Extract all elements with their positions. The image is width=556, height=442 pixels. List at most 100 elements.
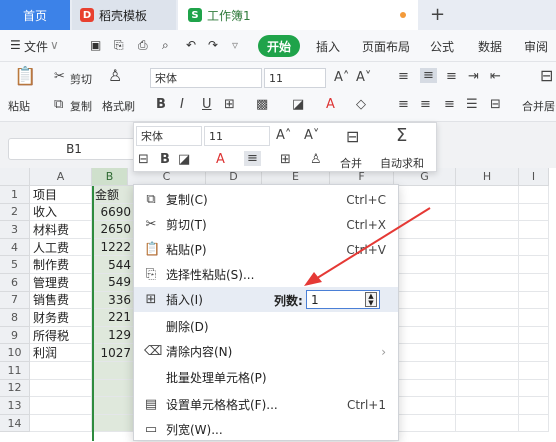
grid-cell[interactable]: [519, 414, 549, 433]
cell-a[interactable]: [30, 414, 92, 433]
row-header[interactable]: 7: [0, 291, 30, 310]
mini-font-select[interactable]: 宋体: [136, 126, 202, 146]
row-header[interactable]: 11: [0, 362, 30, 380]
menu-formula[interactable]: 公式: [430, 38, 454, 55]
grid-cell[interactable]: [456, 397, 519, 415]
cell-a[interactable]: 管理费: [30, 274, 92, 292]
column-count-input[interactable]: 1 ▲ ▼: [306, 290, 380, 309]
grid-cell[interactable]: [519, 326, 549, 345]
row-header[interactable]: 6: [0, 274, 30, 292]
mini-bold-icon[interactable]: B: [160, 153, 170, 166]
hamburger-icon[interactable]: ☰: [10, 38, 21, 52]
cell-a[interactable]: [30, 362, 92, 380]
cell-a[interactable]: 收入: [30, 203, 92, 222]
font-color-icon[interactable]: A: [326, 98, 335, 111]
cell-a[interactable]: 利润: [30, 344, 92, 362]
highlight-icon[interactable]: ◪: [292, 98, 304, 111]
grid-cell[interactable]: [456, 203, 519, 222]
cell-a[interactable]: 财务费: [30, 309, 92, 327]
print-preview-icon[interactable]: ⌕: [162, 38, 169, 53]
row-header[interactable]: 3: [0, 221, 30, 239]
decrease-font-icon[interactable]: A˅: [356, 71, 371, 84]
column-header-b[interactable]: B: [92, 168, 128, 186]
tab-template[interactable]: D 稻壳模板: [72, 0, 176, 30]
distributed-icon[interactable]: ⊟: [490, 98, 501, 111]
merge-cells-icon[interactable]: ⊟: [540, 68, 553, 84]
grid-cell[interactable]: [456, 309, 519, 327]
row-header[interactable]: 5: [0, 256, 30, 274]
grid-cell[interactable]: [394, 309, 456, 327]
mini-merge-label[interactable]: 合并: [340, 155, 362, 171]
grid-cell[interactable]: [519, 221, 549, 239]
grid-cell[interactable]: [456, 344, 519, 362]
menu-file[interactable]: 文件: [24, 38, 48, 55]
mini-increase-font-icon[interactable]: A˄: [276, 129, 291, 142]
paste-label[interactable]: 粘贴: [8, 98, 30, 114]
row-header[interactable]: 4: [0, 238, 30, 257]
font-size-select[interactable]: 11: [264, 68, 326, 88]
spinner-icon[interactable]: ▲ ▼: [365, 292, 377, 307]
context-menu-item[interactable]: ▭ 列宽(W)...: [134, 417, 398, 442]
underline-icon[interactable]: U: [202, 98, 212, 111]
grid-cell[interactable]: [456, 186, 519, 204]
redo-icon[interactable]: ↷: [208, 38, 218, 52]
align-middle-icon[interactable]: ≡: [420, 68, 437, 83]
outdent-icon[interactable]: ⇤: [490, 70, 501, 83]
new-tab-button[interactable]: +: [430, 4, 445, 25]
grid-cell[interactable]: [394, 291, 456, 310]
grid-cell[interactable]: [456, 291, 519, 310]
row-header[interactable]: 13: [0, 397, 30, 415]
italic-icon[interactable]: I: [180, 98, 184, 111]
save-icon[interactable]: ▣: [90, 38, 101, 52]
cell-a[interactable]: 人工费: [30, 238, 92, 257]
align-right-icon[interactable]: ≡: [444, 98, 455, 111]
mini-align-icon[interactable]: ≡: [244, 151, 261, 166]
cell-a[interactable]: 销售费: [30, 291, 92, 310]
grid-cell[interactable]: [519, 186, 549, 204]
grid-cell[interactable]: [519, 309, 549, 327]
grid-cell[interactable]: [394, 326, 456, 345]
grid-cell[interactable]: [519, 238, 549, 257]
grid-cell[interactable]: [519, 344, 549, 362]
grid-cell[interactable]: [519, 379, 549, 398]
align-bottom-icon[interactable]: ≡: [446, 70, 457, 83]
row-header[interactable]: 9: [0, 326, 30, 345]
grid-cell[interactable]: [519, 274, 549, 292]
mini-font-size-select[interactable]: 11: [204, 126, 270, 146]
justify-icon[interactable]: ☰: [466, 98, 478, 111]
row-header[interactable]: 14: [0, 414, 30, 433]
align-top-icon[interactable]: ≡: [398, 70, 409, 83]
menu-start-button[interactable]: 开始: [258, 35, 300, 57]
column-header-a[interactable]: A: [30, 168, 92, 186]
cell-a[interactable]: [30, 397, 92, 415]
menu-review[interactable]: 审阅: [524, 38, 548, 55]
tab-workbook[interactable]: S 工作簿1: [178, 0, 418, 30]
grid-cell[interactable]: [394, 397, 456, 415]
format-painter-label[interactable]: 格式刷: [102, 98, 135, 114]
select-all-corner[interactable]: [0, 168, 30, 186]
cut-label[interactable]: 剪切: [70, 71, 92, 87]
mini-merge-icon[interactable]: ⊟: [346, 129, 359, 145]
mini-font-color-icon[interactable]: A: [216, 153, 225, 166]
grid-cell[interactable]: [456, 221, 519, 239]
copy-icon[interactable]: ⧉: [54, 98, 63, 111]
grid-cell[interactable]: [394, 362, 456, 380]
mini-borders-icon[interactable]: ⊞: [280, 153, 291, 166]
cell-a[interactable]: 材料费: [30, 221, 92, 239]
grid-cell[interactable]: [394, 344, 456, 362]
indent-icon[interactable]: ⇥: [468, 70, 479, 83]
mini-format-cells-icon[interactable]: ⊟: [138, 153, 149, 166]
row-header[interactable]: 10: [0, 344, 30, 362]
row-header[interactable]: 1: [0, 186, 30, 204]
font-name-select[interactable]: 宋体: [150, 68, 262, 88]
copy-label[interactable]: 复制: [70, 98, 92, 114]
mini-decrease-font-icon[interactable]: A˅: [304, 129, 319, 142]
context-menu-item[interactable]: ▤ 设置单元格格式(F)... Ctrl+1: [134, 392, 398, 417]
menu-data[interactable]: 数据: [478, 38, 502, 55]
column-header-i[interactable]: I: [519, 168, 549, 186]
undo-icon[interactable]: ↶: [186, 38, 196, 52]
grid-cell[interactable]: [456, 379, 519, 398]
paste-large-icon[interactable]: 📋: [14, 68, 36, 86]
chevron-down-icon[interactable]: ∨: [50, 38, 59, 52]
menu-insert[interactable]: 插入: [316, 38, 340, 55]
